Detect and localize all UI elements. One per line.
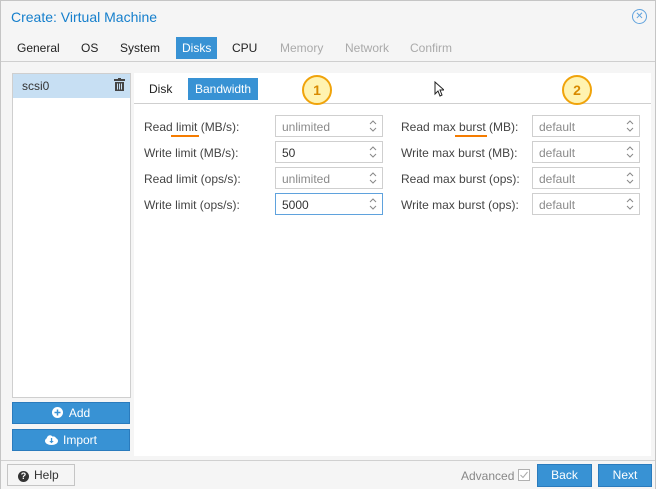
label-part: Read (144, 120, 177, 134)
tab-general[interactable]: General (11, 37, 66, 59)
write-max-burst-mb-input[interactable]: default (532, 141, 640, 163)
add-button[interactable]: Add (12, 402, 130, 424)
list-item-scsi0[interactable]: scsi0 (13, 74, 130, 98)
tab-os[interactable]: OS (75, 37, 104, 59)
tab-cpu[interactable]: CPU (226, 37, 263, 59)
read-max-burst-ops-label: Read max burst (ops): (401, 172, 520, 186)
tab-memory: Memory (280, 41, 324, 55)
read-limit-mbs-label: Read limit (MB/s): (144, 120, 239, 134)
label-highlight: limit (176, 120, 198, 134)
field-value: default (539, 146, 576, 160)
spinner-arrows-icon[interactable] (369, 197, 377, 211)
tab-network: Network (345, 41, 390, 55)
spinner-arrows-icon[interactable] (369, 171, 377, 185)
import-button[interactable]: Import (12, 429, 130, 451)
annotation-badge-2: 2 (562, 75, 592, 105)
read-max-burst-mb-input[interactable]: default (532, 115, 640, 137)
limit-highlight-underline (171, 135, 199, 137)
spinner-arrows-icon[interactable] (369, 119, 377, 133)
label-part: (MB): (485, 120, 519, 134)
write-limit-mbs-input[interactable]: 50 (275, 141, 383, 163)
field-value: 50 (282, 146, 296, 160)
import-button-label: Import (62, 433, 97, 447)
next-button[interactable]: Next (598, 464, 652, 487)
disk-config-panel: Disk Bandwidth 1 2 Read limit (MB/s): un… (134, 73, 651, 456)
field-value: default (539, 198, 576, 212)
back-button[interactable]: Back (537, 464, 592, 487)
help-button-label: Help (34, 468, 59, 482)
dialog-window: Create: Virtual Machine ✕ General OS Sys… (0, 0, 656, 489)
tab-disks[interactable]: Disks (176, 37, 218, 59)
tab-system[interactable]: System (114, 37, 166, 59)
trash-icon[interactable] (114, 78, 125, 91)
field-value: unlimited (282, 172, 331, 186)
write-max-burst-ops-label: Write max burst (ops): (401, 198, 519, 212)
dialog-footer: ? Help Advanced Back Next (1, 460, 655, 489)
label-highlight: burst (459, 120, 486, 134)
field-value: unlimited (282, 120, 331, 134)
burst-highlight-underline (455, 135, 487, 137)
spinner-arrows-icon[interactable] (626, 197, 634, 211)
read-limit-ops-label: Read limit (ops/s): (144, 172, 241, 186)
label-part: Read max (401, 120, 460, 134)
field-value: 5000 (282, 198, 309, 212)
list-item-label: scsi0 (22, 79, 50, 93)
read-limit-mbs-input[interactable]: unlimited (275, 115, 383, 137)
cloud-download-icon (44, 435, 58, 445)
label-part: (MB/s): (197, 120, 240, 134)
spinner-arrows-icon[interactable] (626, 145, 634, 159)
write-limit-ops-input[interactable]: 5000 (275, 193, 383, 215)
advanced-label: Advanced (461, 469, 515, 483)
question-circle-icon: ? (18, 471, 29, 482)
field-value: default (539, 120, 576, 134)
wizard-tab-bar: General OS System Disks CPU Memory Netwo… (1, 35, 655, 62)
tab-confirm: Confirm (410, 41, 453, 55)
checkmark-icon (520, 471, 528, 479)
read-max-burst-ops-input[interactable]: default (532, 167, 640, 189)
write-max-burst-mb-label: Write max burst (MB): (401, 146, 518, 160)
plus-circle-icon (51, 407, 63, 418)
write-limit-ops-label: Write limit (ops/s): (144, 198, 240, 212)
dialog-title: Create: Virtual Machine (11, 9, 158, 25)
title-bar: Create: Virtual Machine ✕ (1, 1, 655, 33)
help-button[interactable]: ? Help (7, 464, 75, 486)
spinner-arrows-icon[interactable] (626, 119, 634, 133)
read-limit-ops-input[interactable]: unlimited (275, 167, 383, 189)
close-icon[interactable]: ✕ (632, 9, 647, 24)
read-max-burst-mb-label: Read max burst (MB): (401, 120, 518, 134)
write-limit-mbs-label: Write limit (MB/s): (144, 146, 239, 160)
spinner-arrows-icon[interactable] (626, 171, 634, 185)
disk-list: scsi0 (12, 73, 131, 398)
annotation-badge-1: 1 (302, 75, 332, 105)
field-value: default (539, 172, 576, 186)
add-button-label: Add (68, 406, 91, 420)
subtab-bandwidth[interactable]: Bandwidth (188, 78, 259, 100)
advanced-checkbox[interactable] (518, 469, 530, 481)
write-max-burst-ops-input[interactable]: default (532, 193, 640, 215)
subtab-disk[interactable]: Disk (142, 78, 179, 100)
spinner-arrows-icon[interactable] (369, 145, 377, 159)
mouse-pointer-icon (434, 81, 444, 97)
